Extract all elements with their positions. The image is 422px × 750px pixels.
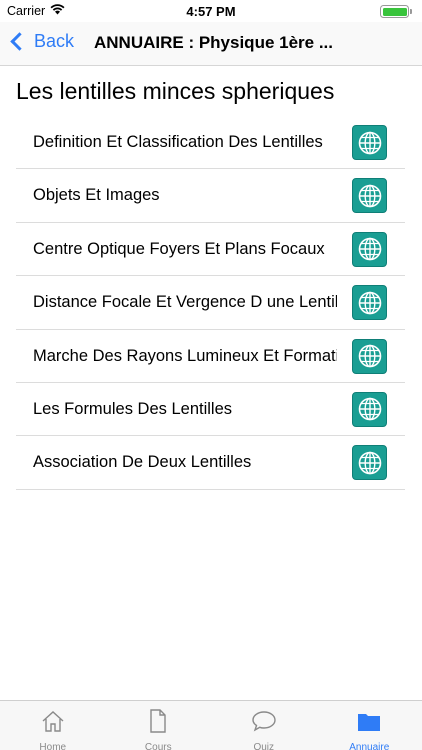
folder-icon — [356, 708, 382, 739]
globe-icon — [357, 450, 383, 476]
tab-home[interactable]: Home — [0, 701, 106, 750]
list-item[interactable]: Definition Et Classification Des Lentill… — [16, 116, 405, 170]
web-link-button[interactable] — [352, 285, 387, 321]
globe-icon — [357, 183, 383, 209]
tab-annuaire[interactable]: Annuaire — [317, 701, 422, 750]
navigation-bar: Back ANNUAIRE : Physique 1ère ... — [0, 22, 422, 66]
tab-label: Quiz — [253, 742, 275, 750]
globe-icon — [357, 290, 383, 316]
list-item[interactable]: Distance Focale Et Vergence D une Lentil… — [16, 276, 405, 330]
list-item-label: Les Formules Des Lentilles — [33, 399, 232, 418]
web-link-button[interactable] — [352, 391, 387, 427]
list-item[interactable]: Objets Et Images — [16, 169, 405, 223]
back-label: Back — [34, 31, 75, 51]
tab-quiz[interactable]: Quiz — [211, 701, 317, 750]
tab-label: Cours — [144, 742, 172, 750]
list-item-label: Distance Focale Et Vergence D une Lentil… — [33, 293, 337, 312]
list-item-label: Centre Optique Foyers Et Plans Focaux — [33, 239, 325, 258]
globe-icon — [357, 236, 383, 262]
list-item-label: Definition Et Classification Des Lentill… — [33, 133, 323, 151]
globe-icon — [357, 343, 383, 369]
lesson-list: Definition Et Classification Des Lentill… — [16, 116, 405, 490]
web-link-button[interactable] — [352, 338, 387, 374]
list-item-label: Association De Deux Lentilles — [33, 453, 252, 472]
globe-icon — [357, 130, 383, 156]
tab-cours[interactable]: Cours — [106, 701, 212, 750]
web-link-button[interactable] — [352, 445, 387, 481]
section-title: Les lentilles minces spheriques — [16, 78, 335, 104]
globe-icon — [357, 396, 383, 422]
web-link-button[interactable] — [352, 231, 387, 267]
tab-bar: Home Cours Quiz Annuaire — [0, 700, 422, 750]
battery-icon — [380, 5, 414, 18]
document-icon — [145, 708, 171, 739]
tab-label: Annuaire — [349, 742, 390, 750]
home-icon — [40, 708, 66, 739]
list-item[interactable]: Association De Deux Lentilles — [16, 436, 405, 490]
nav-title: ANNUAIRE : Physique 1ère ... — [94, 33, 334, 52]
web-link-button[interactable] — [352, 178, 387, 214]
list-item-label: Objets Et Images — [33, 186, 160, 205]
list-item[interactable]: Centre Optique Foyers Et Plans Focaux — [16, 223, 405, 277]
list-item[interactable]: Marche Des Rayons Lumineux Et Formation — [16, 330, 405, 383]
list-item-label: Marche Des Rayons Lumineux Et Formation — [33, 346, 337, 365]
status-time: 4:57 PM — [186, 4, 236, 19]
status-bar: Carrier 4:57 PM — [0, 0, 422, 22]
back-button[interactable]: Back — [8, 31, 74, 52]
tab-label: Home — [39, 742, 67, 750]
chevron-left-icon — [10, 32, 29, 51]
web-link-button[interactable] — [352, 125, 387, 160]
chat-bubble-icon — [251, 708, 277, 739]
list-item[interactable]: Les Formules Des Lentilles — [16, 383, 405, 437]
